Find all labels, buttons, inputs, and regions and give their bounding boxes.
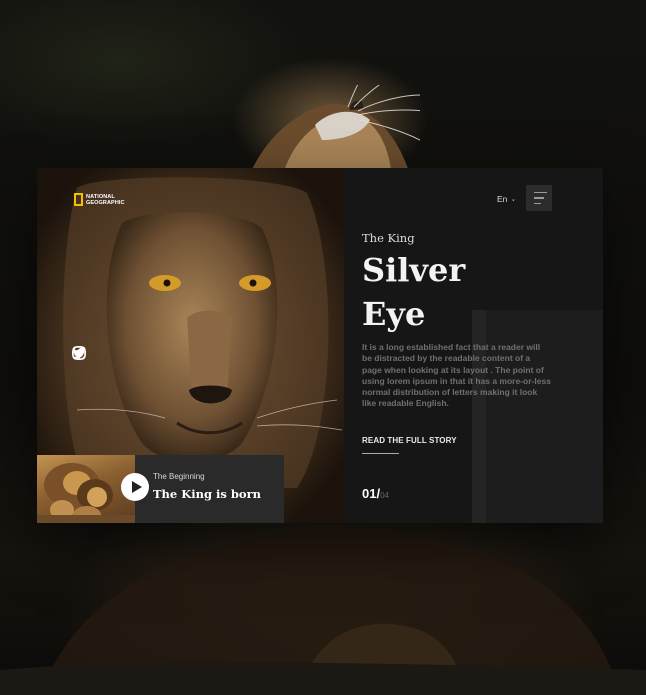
lion-portrait: NATIONAL GEOGRAPHIC The Beginning The Ki…: [37, 168, 344, 523]
chevron-down-icon: ⌄: [510, 196, 517, 203]
feature-card: NATIONAL GEOGRAPHIC The Beginning The Ki…: [37, 168, 603, 523]
story-preview[interactable]: The Beginning The King is born: [37, 455, 284, 523]
twitter-icon[interactable]: [72, 346, 86, 360]
menu-icon-line: [533, 191, 547, 194]
play-button[interactable]: [121, 473, 149, 501]
hero-title-line-1: Silver: [362, 251, 466, 289]
read-full-story-link[interactable]: READ THE FULL STORY: [362, 436, 457, 445]
language-selector[interactable]: En ⌄: [497, 194, 516, 204]
play-icon: [131, 481, 142, 493]
story-info: The Beginning The King is born: [121, 455, 284, 523]
logo-line-2: GEOGRAPHIC: [86, 199, 125, 206]
slide-total: 04: [380, 491, 389, 500]
language-label: En: [497, 194, 508, 204]
menu-button[interactable]: [526, 185, 552, 211]
cta-underline: [362, 453, 399, 454]
natgeo-logo[interactable]: NATIONAL GEOGRAPHIC: [74, 193, 128, 206]
background-lion-body: [0, 529, 646, 695]
logo-wordmark: NATIONAL GEOGRAPHIC: [86, 194, 128, 206]
slide-current: 01/: [362, 486, 381, 501]
hero-description: It is a long established fact that a rea…: [362, 342, 551, 409]
hero-title: Silver Eye: [362, 248, 522, 336]
hero-title-line-2: Eye: [362, 295, 426, 333]
story-subtitle: The Beginning: [153, 472, 205, 481]
slide-counter: 01/04: [362, 486, 389, 501]
natgeo-yellow-frame-icon: [74, 193, 83, 206]
menu-icon-line: [533, 197, 544, 199]
story-content: En ⌄ The King Silver Eye It is a long es…: [344, 168, 603, 523]
hero-eyebrow: The King: [362, 231, 415, 245]
menu-icon-line: [533, 202, 541, 205]
story-title[interactable]: The King is born: [153, 487, 284, 501]
